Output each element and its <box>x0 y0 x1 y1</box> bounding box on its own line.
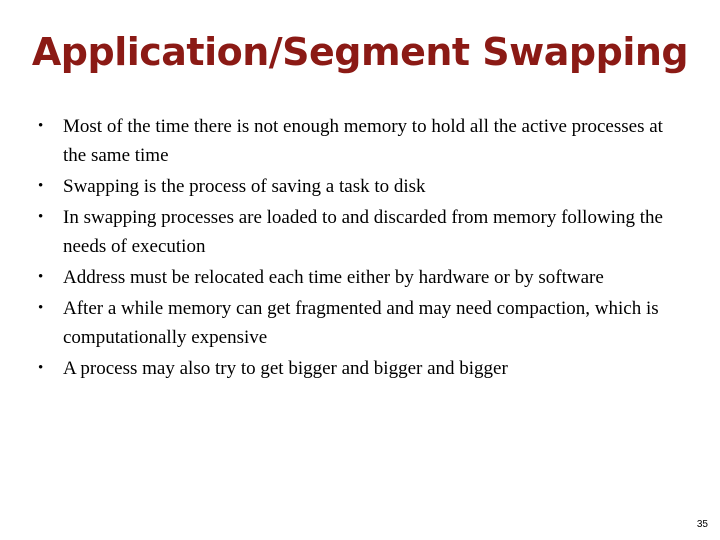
bullet-item: • After a while memory can get fragmente… <box>38 294 688 352</box>
bullet-text: A process may also try to get bigger and… <box>63 358 508 379</box>
bullet-icon: • <box>38 269 44 285</box>
bullet-item: • In swapping processes are loaded to an… <box>38 203 688 261</box>
slide: Application/Segment Swapping • Most of t… <box>0 0 720 540</box>
bullet-item: • Swapping is the process of saving a ta… <box>38 172 688 201</box>
bullet-text: Most of the time there is not enough mem… <box>63 116 663 166</box>
page-number: 35 <box>696 519 708 530</box>
bullet-item: • Most of the time there is not enough m… <box>38 112 688 170</box>
bullet-item: • A process may also try to get bigger a… <box>38 354 688 383</box>
bullet-text: After a while memory can get fragmented … <box>63 298 659 348</box>
bullet-icon: • <box>38 300 44 316</box>
bullet-icon: • <box>38 178 44 194</box>
bullet-icon: • <box>38 118 44 134</box>
bullet-icon: • <box>38 209 44 225</box>
bullet-text: Swapping is the process of saving a task… <box>63 176 426 197</box>
bullet-icon: • <box>38 360 44 376</box>
bullet-text: In swapping processes are loaded to and … <box>63 207 663 257</box>
bullet-list: • Most of the time there is not enough m… <box>38 112 688 385</box>
bullet-text: Address must be relocated each time eith… <box>63 267 604 288</box>
slide-title: Application/Segment Swapping <box>31 30 689 74</box>
bullet-item: • Address must be relocated each time ei… <box>38 263 688 292</box>
